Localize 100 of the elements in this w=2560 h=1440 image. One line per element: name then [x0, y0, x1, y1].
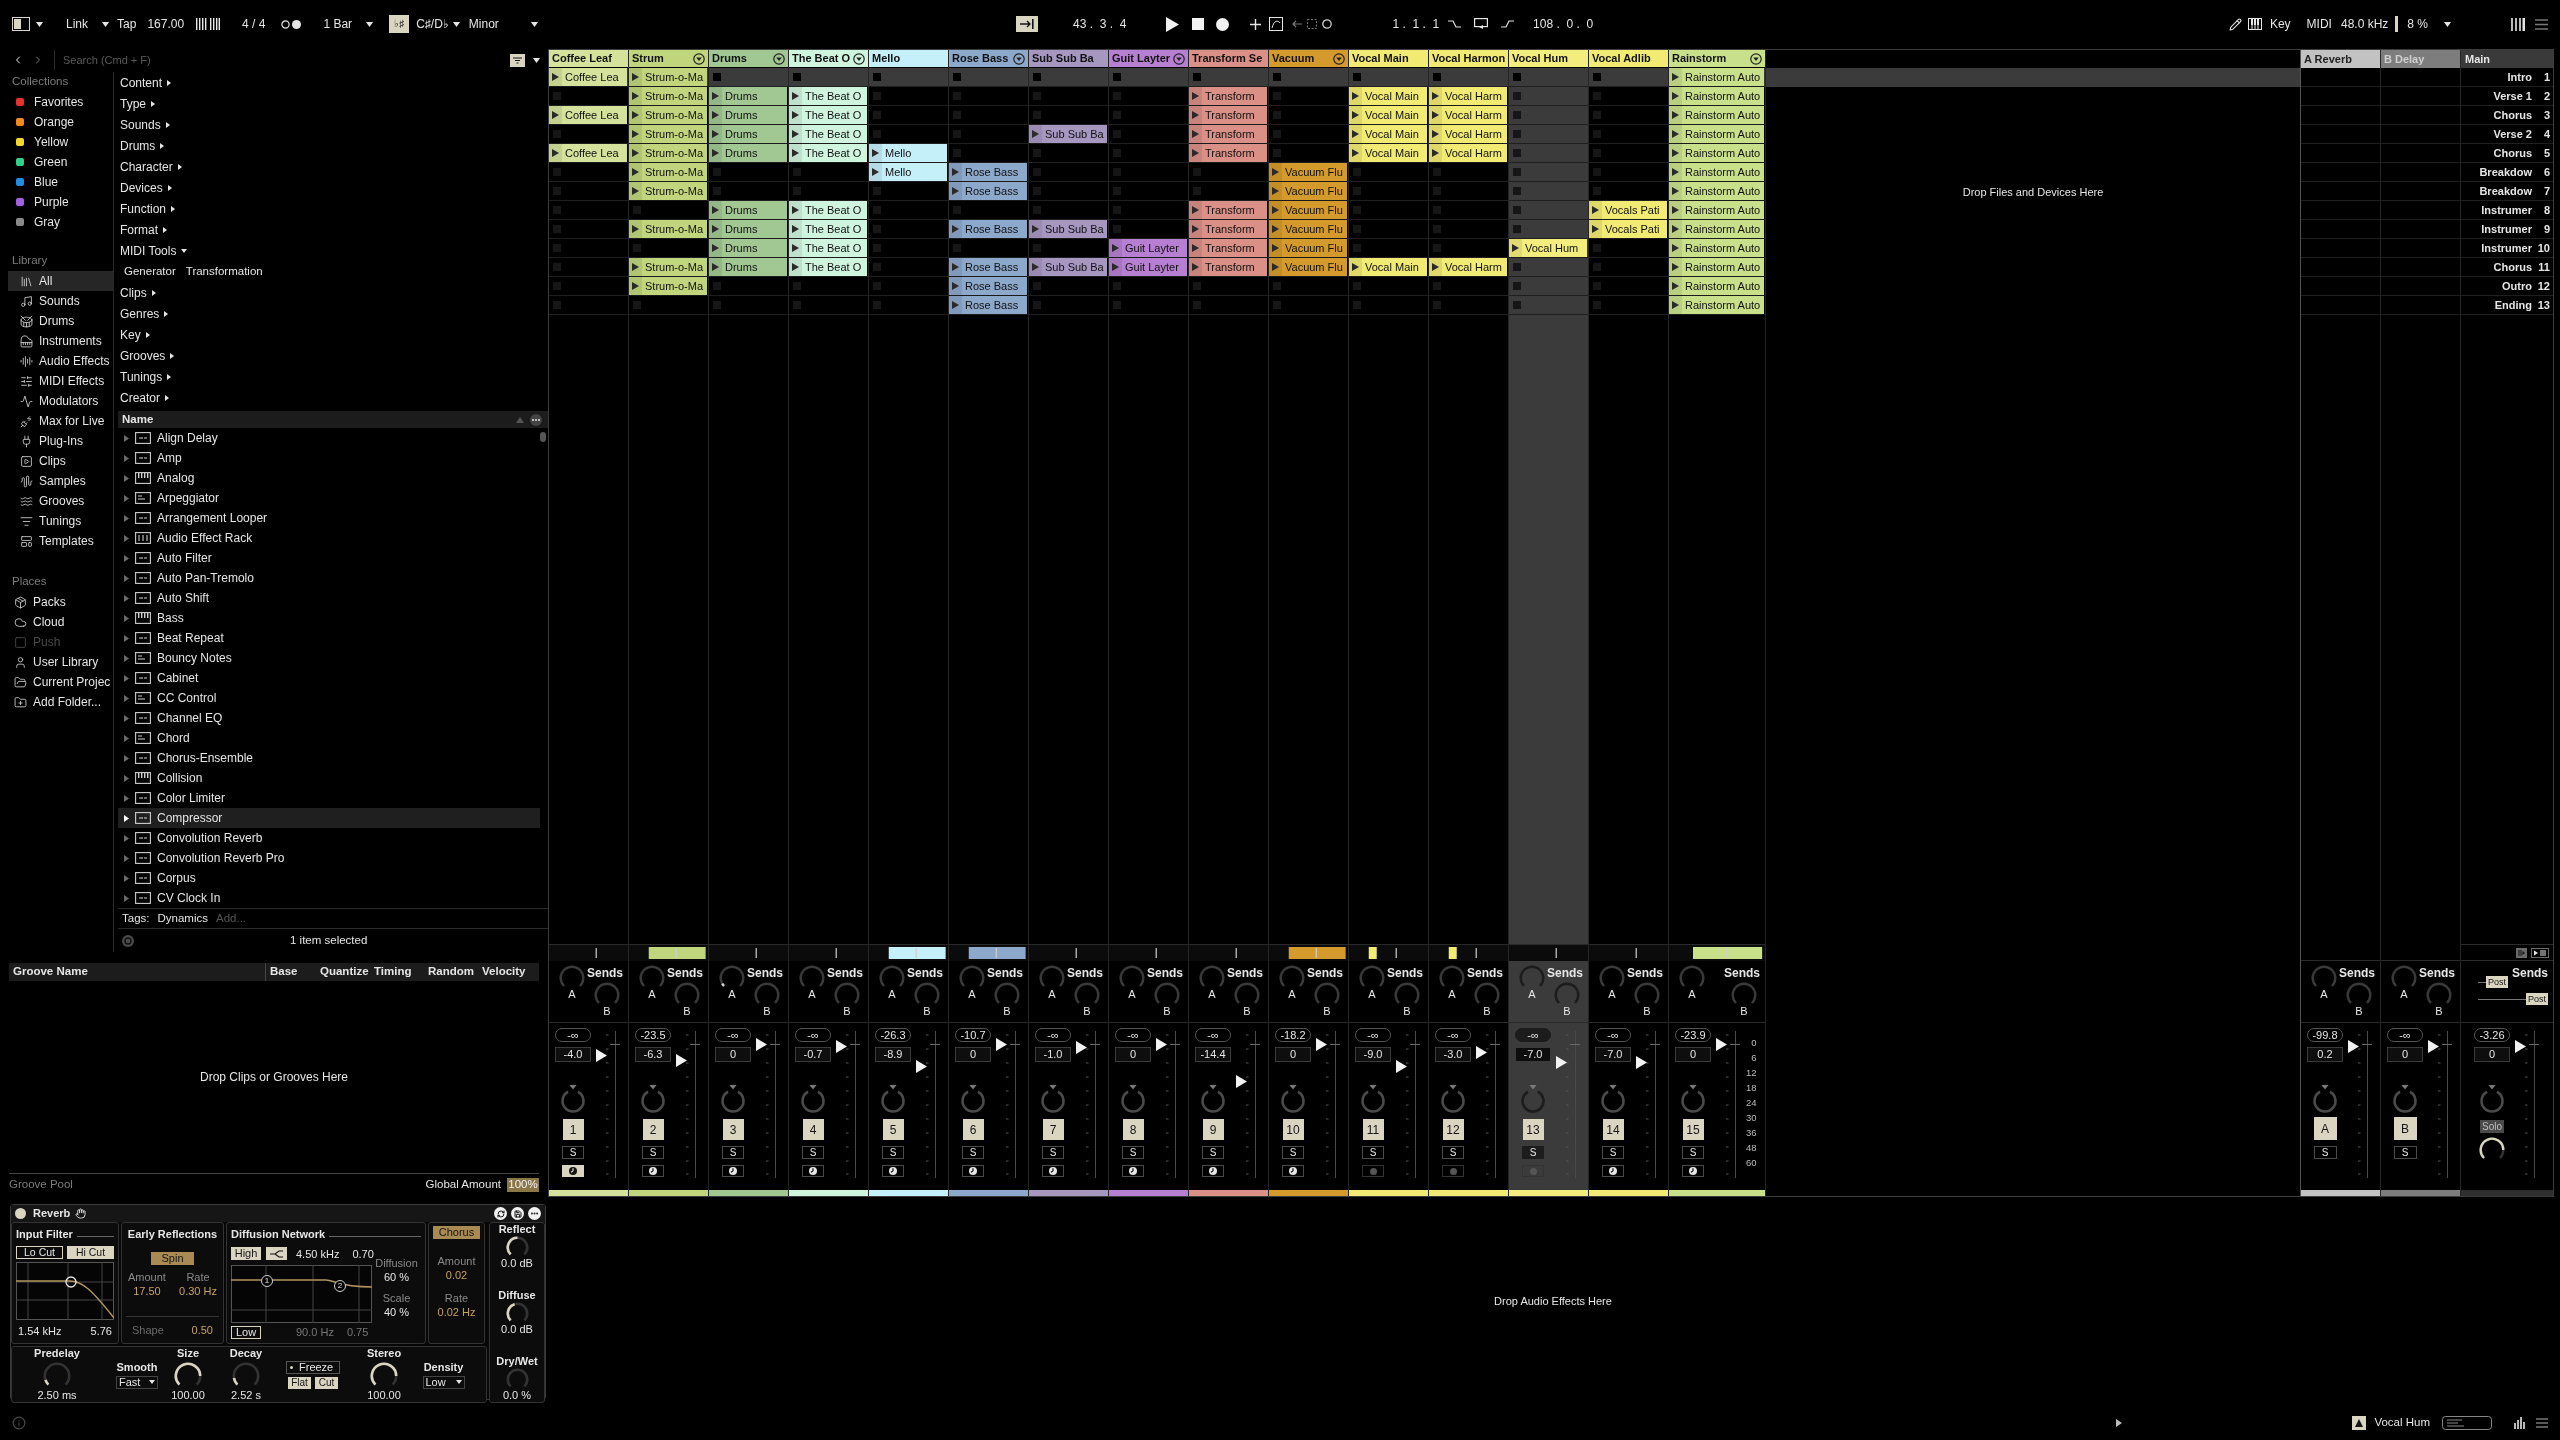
column-header[interactable]: Random — [428, 963, 482, 981]
clip[interactable]: Vacuum Flu — [1269, 201, 1347, 219]
volume-fader[interactable] — [2348, 1031, 2372, 1178]
browser-item[interactable]: Convolution Reverb Pro — [118, 848, 540, 868]
solo-button[interactable]: S — [1442, 1146, 1464, 1159]
knob[interactable] — [370, 1362, 398, 1387]
clip[interactable]: Strum-o-Ma — [629, 277, 707, 295]
clip[interactable]: Strum-o-Ma — [629, 87, 707, 105]
volume-fader[interactable] — [996, 1031, 1020, 1178]
shelf-button[interactable] — [266, 1247, 287, 1261]
clip[interactable]: Drums — [709, 106, 787, 124]
play-icon[interactable] — [789, 144, 802, 162]
loop-length-field[interactable]: 108 . 0 . 0 — [1533, 15, 1594, 33]
menu-icon[interactable] — [2536, 1417, 2548, 1428]
play-icon[interactable] — [1429, 87, 1442, 105]
filter-category[interactable]: Sounds — [118, 114, 548, 135]
clip[interactable]: Vacuum Flu — [1269, 239, 1347, 257]
pan-knob[interactable] — [1520, 1085, 1546, 1113]
solo-button[interactable]: S — [642, 1146, 664, 1159]
expand-arrow-icon[interactable] — [165, 394, 169, 401]
solo-button[interactable]: S — [1522, 1146, 1544, 1159]
browser-item[interactable]: CC Control — [118, 688, 540, 708]
browser-item[interactable]: Align Delay — [118, 428, 540, 448]
volume-field[interactable]: 0 — [955, 1047, 991, 1062]
dotted-square-icon[interactable] — [1307, 19, 1318, 29]
clip[interactable]: Rainstorm Auto — [1669, 277, 1764, 295]
key-dropdown[interactable]: C♯/D♭ — [416, 15, 449, 33]
track-activator-button[interactable]: 12 — [1442, 1119, 1464, 1140]
track-header[interactable]: Transform Se — [1189, 50, 1268, 68]
library-item[interactable]: Grooves — [8, 491, 113, 511]
volume-field[interactable]: -0.7 — [795, 1047, 831, 1062]
browser-item[interactable]: Audio Effect Rack — [118, 528, 540, 548]
browser-item[interactable]: Amp — [118, 448, 540, 468]
ring-icon[interactable] — [122, 934, 134, 947]
clip[interactable]: Drums — [709, 87, 787, 105]
play-icon[interactable] — [1269, 220, 1282, 238]
track-header[interactable]: Coffee Leaf — [549, 50, 628, 68]
play-icon[interactable] — [709, 220, 722, 238]
arm-button[interactable] — [1682, 1165, 1704, 1177]
play-icon[interactable] — [789, 220, 802, 238]
clip[interactable]: The Beat O — [789, 144, 867, 162]
clip[interactable]: Vocal Main — [1349, 125, 1427, 143]
post-button[interactable]: Post — [2526, 993, 2548, 1005]
dropdown[interactable]: Low — [422, 1375, 465, 1389]
browser-item[interactable]: Chorus-Ensemble — [118, 748, 540, 768]
play-icon[interactable] — [949, 277, 962, 295]
clip[interactable]: Mello — [869, 144, 947, 162]
clip[interactable]: Strum-o-Ma — [629, 163, 707, 181]
clip[interactable]: The Beat O — [789, 201, 867, 219]
filter-category[interactable]: Key — [118, 324, 548, 345]
filter-category[interactable]: MIDI Tools — [118, 240, 548, 261]
track-activator-button[interactable]: 13 — [1522, 1119, 1544, 1140]
play-icon[interactable] — [1669, 106, 1682, 124]
track-activator-button[interactable]: 5 — [882, 1119, 904, 1140]
library-item[interactable]: Drums — [8, 311, 113, 331]
track-header[interactable]: Vocal Main — [1349, 50, 1428, 68]
clip[interactable]: Sub Sub Ba — [1029, 220, 1107, 238]
width-value[interactable]: 5.76 — [90, 1322, 112, 1339]
knob[interactable] — [505, 1236, 529, 1257]
expand-arrow-icon[interactable] — [181, 248, 188, 253]
play-icon[interactable] — [1029, 220, 1042, 238]
play-icon[interactable] — [1269, 163, 1282, 181]
play-icon[interactable] — [629, 106, 642, 124]
caret-icon[interactable] — [530, 21, 538, 27]
frequency-value[interactable]: 90.0 Hz — [296, 1324, 334, 1341]
play-icon[interactable] — [1669, 144, 1682, 162]
clip[interactable]: Guit Layter — [1109, 239, 1187, 257]
clip[interactable]: Drums — [709, 125, 787, 143]
post-button[interactable]: Post — [2486, 976, 2508, 988]
filter-button[interactable]: Hi Cut — [67, 1245, 114, 1259]
scene[interactable]: Chorus 11 — [2461, 258, 2553, 277]
track-header[interactable]: Mello — [869, 50, 948, 68]
pan-knob[interactable] — [2479, 1085, 2505, 1113]
stop-button[interactable] — [1192, 18, 1205, 30]
library-item[interactable]: Sounds — [8, 291, 113, 311]
volume-field[interactable]: 0 — [1275, 1047, 1311, 1062]
play-icon[interactable] — [629, 258, 642, 276]
clip[interactable]: Transform — [1189, 106, 1267, 124]
clip[interactable]: Rainstorm Auto — [1669, 125, 1764, 143]
scene[interactable]: Chorus 3 — [2461, 106, 2553, 125]
play-icon[interactable] — [1349, 144, 1362, 162]
track-activator-button[interactable]: 1 — [562, 1119, 584, 1140]
play-icon[interactable] — [789, 201, 802, 219]
caret-icon[interactable] — [455, 1380, 462, 1384]
browser-item[interactable]: Corpus — [118, 868, 540, 888]
volume-fader[interactable] — [1076, 1031, 1100, 1178]
expand-arrow-icon[interactable] — [170, 352, 175, 359]
collection-item[interactable]: Gray — [0, 212, 113, 232]
clip[interactable]: Drums — [709, 239, 787, 257]
clip[interactable]: The Beat O — [789, 106, 867, 124]
volume-fader[interactable] — [1156, 1031, 1180, 1178]
fader-handle[interactable] — [1236, 1075, 1247, 1088]
browser-item[interactable]: Auto Shift — [118, 588, 540, 608]
param-value[interactable]: 0.30 Hz — [179, 1284, 217, 1298]
option-button[interactable]: Flat — [288, 1376, 311, 1389]
volume-field[interactable]: 0 — [1115, 1047, 1151, 1062]
play-icon[interactable] — [1349, 106, 1362, 124]
scene[interactable]: Instrumer 9 — [2461, 220, 2553, 239]
fader-handle[interactable] — [2428, 1040, 2439, 1053]
track-activator-button[interactable]: 3 — [722, 1119, 744, 1140]
